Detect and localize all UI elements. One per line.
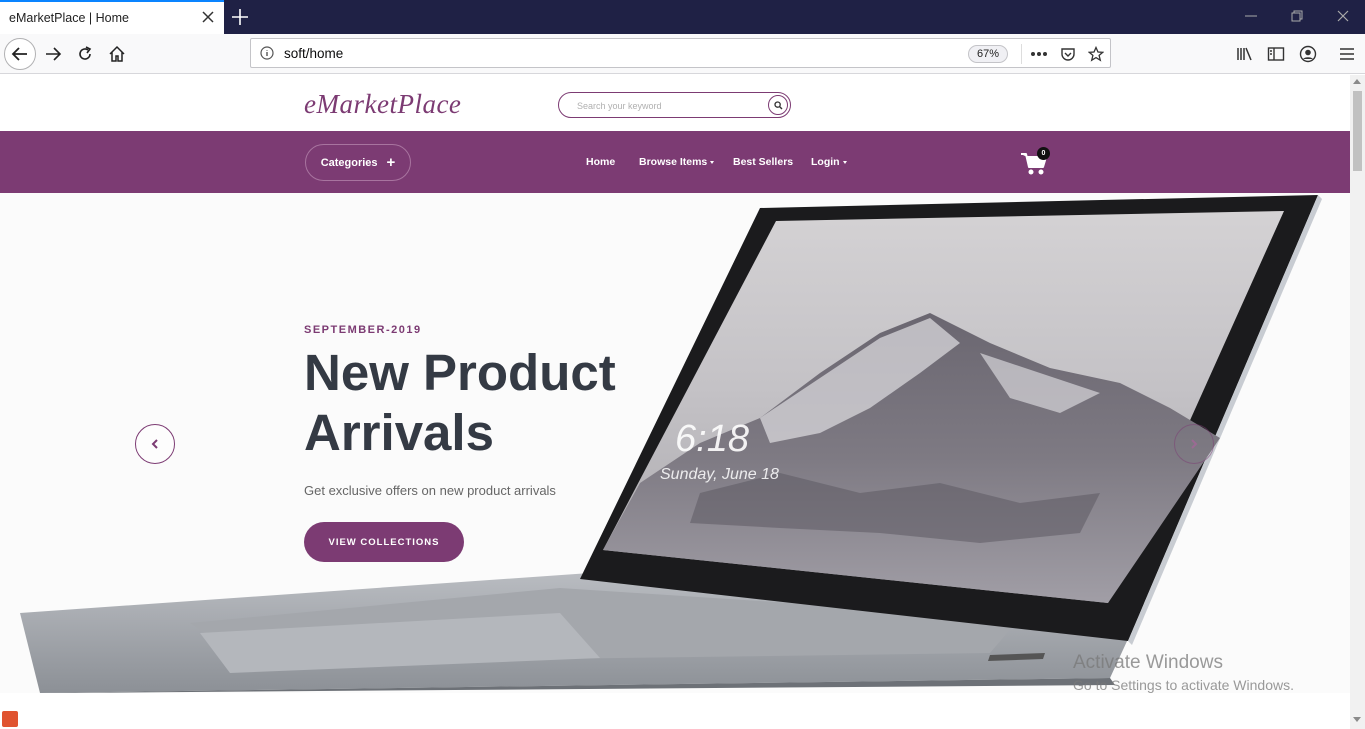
close-window-icon[interactable]: [1335, 8, 1351, 24]
menu-icon[interactable]: [1337, 44, 1357, 64]
hero-date: SEPTEMBER-2019: [304, 324, 422, 336]
info-icon[interactable]: [260, 46, 274, 60]
slider-next-button[interactable]: [1174, 424, 1214, 464]
url-divider: [1021, 44, 1022, 64]
activate-title: Activate Windows: [1073, 652, 1223, 673]
sidebar-icon[interactable]: [1266, 44, 1286, 64]
categories-label: Categories: [320, 156, 378, 169]
search-input[interactable]: [577, 98, 757, 114]
chevron-right-icon: [1191, 439, 1198, 449]
scroll-thumb[interactable]: [1353, 91, 1362, 171]
categories-button[interactable]: Categories +: [305, 144, 411, 181]
web-page: eMarketPlace Categories + Home Browse It…: [0, 75, 1350, 729]
caret-down-icon: [842, 160, 847, 164]
pocket-icon[interactable]: [1058, 44, 1078, 64]
main-navbar: Categories + Home Browse Items Best Sell…: [0, 131, 1350, 193]
search-icon: [773, 100, 782, 109]
caret-down-icon: [710, 160, 715, 164]
view-collections-button[interactable]: VIEW COLLECTIONS: [304, 522, 464, 562]
restore-icon[interactable]: [1289, 8, 1305, 24]
status-favicon-icon: [2, 711, 18, 727]
browser-tab-bar: eMarketPlace | Home: [0, 0, 1365, 34]
tab-close-icon[interactable]: [200, 8, 216, 26]
address-bar[interactable]: soft/home 67%: [250, 38, 1111, 68]
nav-login-label: Login: [811, 156, 840, 168]
minimize-icon[interactable]: [1243, 8, 1259, 24]
back-icon[interactable]: [4, 38, 36, 70]
browser-toolbar: soft/home 67%: [0, 34, 1365, 74]
search-box: [558, 92, 791, 118]
page-scrollbar[interactable]: [1350, 75, 1365, 729]
url-text[interactable]: soft/home: [284, 46, 343, 61]
hero-slider: 6:18 Sunday, June 18 SEPTEMBER-2019 New …: [0, 193, 1350, 693]
browser-tab[interactable]: eMarketPlace | Home: [0, 0, 224, 34]
scroll-up-icon[interactable]: [1353, 79, 1361, 84]
page-actions-icon[interactable]: [1029, 44, 1049, 64]
screen-time: 6:18: [675, 418, 749, 460]
hero-title: New Product Arrivals: [304, 344, 616, 461]
forward-icon[interactable]: [37, 38, 69, 70]
nav-home[interactable]: Home: [586, 156, 615, 168]
account-icon[interactable]: [1298, 44, 1318, 64]
home-icon[interactable]: [101, 38, 133, 70]
search-button[interactable]: [768, 95, 788, 115]
plus-icon: +: [386, 154, 396, 171]
bookmark-star-icon[interactable]: [1086, 44, 1106, 64]
activate-windows-watermark: Activate Windows Go to Settings to activ…: [1073, 652, 1294, 693]
zoom-indicator[interactable]: 67%: [968, 45, 1008, 63]
slider-prev-button[interactable]: [135, 424, 175, 464]
library-icon[interactable]: [1235, 44, 1255, 64]
tab-title: eMarketPlace | Home: [9, 11, 129, 25]
reload-icon[interactable]: [69, 38, 101, 70]
nav-best-sellers[interactable]: Best Sellers: [733, 156, 793, 168]
chevron-left-icon: [151, 439, 158, 449]
nav-browse-label: Browse Items: [639, 156, 708, 168]
nav-login[interactable]: Login: [811, 156, 847, 168]
scroll-down-icon[interactable]: [1353, 717, 1361, 722]
laptop-image: 6:18 Sunday, June 18: [20, 195, 1322, 693]
site-logo[interactable]: eMarketPlace: [304, 89, 461, 120]
screen-date: Sunday, June 18: [660, 466, 779, 483]
hero-subtitle: Get exclusive offers on new product arri…: [304, 483, 556, 498]
new-tab-icon[interactable]: [230, 7, 250, 27]
cart-count-badge: 0: [1037, 147, 1050, 160]
nav-browse-items[interactable]: Browse Items: [639, 156, 715, 168]
activate-subtitle: Go to Settings to activate Windows.: [1073, 677, 1294, 693]
